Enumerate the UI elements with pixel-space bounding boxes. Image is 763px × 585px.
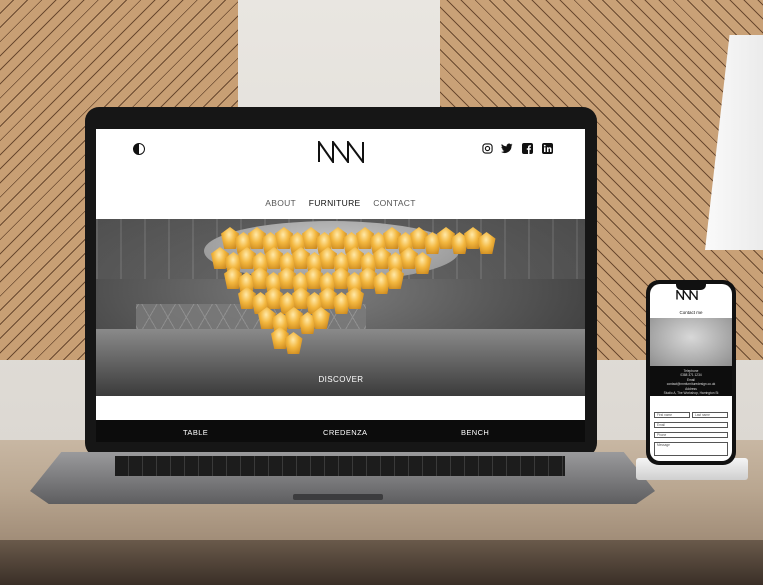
message-field[interactable]: Message (654, 442, 728, 456)
phone-notch (676, 284, 706, 290)
category-credenza[interactable]: CREDENZA (323, 428, 367, 437)
nav-contact[interactable]: CONTACT (373, 198, 416, 208)
laptop-keyboard (115, 456, 565, 476)
nav-about[interactable]: ABOUT (265, 198, 296, 208)
contrast-toggle-icon[interactable] (133, 143, 145, 155)
discover-button[interactable]: DISCOVER (308, 375, 374, 384)
main-nav: ABOUT FURNITURE CONTACT (96, 198, 585, 208)
nav-furniture[interactable]: FURNITURE (309, 198, 361, 208)
brand-logo[interactable] (318, 141, 364, 163)
instagram-icon[interactable] (481, 142, 493, 154)
phone-hero-image (650, 318, 732, 366)
twitter-icon[interactable] (501, 142, 513, 154)
phone-page-title: Contact me (679, 310, 703, 315)
laptop-notch (293, 494, 383, 500)
category-table[interactable]: TABLE (183, 428, 208, 437)
first-name-field[interactable]: First name (654, 412, 690, 418)
hero-floor (96, 329, 585, 396)
facebook-icon[interactable] (521, 142, 533, 154)
website-screen: ABOUT FURNITURE CONTACT DISCOVER (96, 129, 585, 442)
hero-image: DISCOVER (96, 219, 585, 396)
phone-brand-logo[interactable] (676, 290, 698, 300)
social-links (481, 142, 553, 154)
email-field[interactable]: Email (654, 422, 728, 428)
category-bench[interactable]: BENCH (461, 428, 489, 437)
info-line: Studio A, The Workshop, Harrington St (663, 391, 719, 396)
desk-edge (0, 540, 763, 585)
phone-field[interactable]: Phone (654, 432, 728, 438)
phone-screen: Contact me Telephone 0388 371 1234 Email… (650, 284, 732, 461)
phone-contact-info: Telephone 0388 371 1234 Email contact@nn… (650, 366, 732, 396)
last-name-field[interactable]: Last name (692, 412, 728, 418)
linkedin-icon[interactable] (541, 142, 553, 154)
